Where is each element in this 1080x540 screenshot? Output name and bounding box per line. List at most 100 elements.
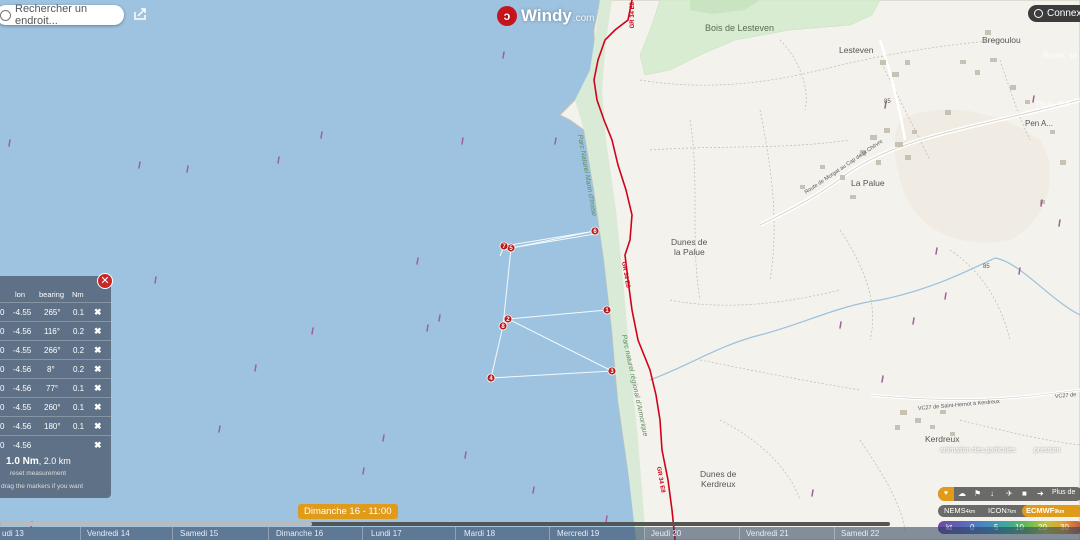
- cell-lat: 0: [0, 346, 5, 355]
- cell-lon: -4.55: [13, 346, 32, 355]
- remove-point-icon[interactable]: ✖: [94, 402, 102, 413]
- logo-suffix: .com: [572, 12, 595, 24]
- current-time-label[interactable]: Dimanche 16 - 11:00: [298, 504, 398, 519]
- cell-lon: -4.56: [13, 327, 32, 336]
- day-label[interactable]: Mercredi 19: [557, 529, 599, 538]
- day-label[interactable]: Samedi 15: [180, 529, 218, 538]
- day-label[interactable]: Vendredi 21: [746, 529, 789, 538]
- header-lon: lon: [15, 290, 26, 299]
- remove-point-icon[interactable]: ✖: [94, 364, 102, 375]
- layer-toggles: animation des particules pression: [940, 447, 1060, 454]
- day-label[interactable]: Samedi 22: [841, 529, 879, 538]
- day-label[interactable]: udi 13: [2, 529, 24, 538]
- model-ecmwf-label: ECMWF: [1026, 506, 1055, 515]
- search-box[interactable]: Rechercher un endroit...: [0, 3, 124, 27]
- windy-logo-icon: ↄ: [497, 6, 517, 26]
- cell-lon: -4.55: [13, 308, 32, 317]
- cell-nm: 0.2: [73, 327, 85, 336]
- table-row: 0 -4.56 180° 0.1 ✖: [0, 416, 111, 436]
- cell-bearing: 8°: [47, 365, 55, 374]
- header-bearing: bearing: [39, 290, 65, 299]
- plane-icon[interactable]: ✈: [1006, 489, 1013, 498]
- table-row: 0 -4.55 266° 0.2 ✖: [0, 340, 111, 360]
- cell-nm: 0.2: [73, 346, 85, 355]
- remove-point-icon[interactable]: ✖: [94, 440, 102, 451]
- remove-point-icon[interactable]: ✖: [94, 326, 102, 337]
- model-nems[interactable]: NEMS4km: [944, 506, 975, 515]
- map-canvas[interactable]: 1 2 3 4 5 6 7 8 Bois de Lesteven Lesteve…: [0, 0, 1080, 540]
- model-icon-res: 7km: [1006, 509, 1017, 515]
- login-button[interactable]: Connexion: [1028, 5, 1080, 22]
- cell-nm: 0.1: [73, 422, 85, 431]
- label-bois: Bois de Lesteven: [705, 23, 774, 33]
- label-pen-a: Pen A...: [1025, 119, 1053, 128]
- cell-nm: 0.1: [73, 403, 85, 412]
- favorite-icon[interactable]: ♥: [938, 487, 954, 501]
- cell-lat: 0: [0, 403, 5, 412]
- header-nm: Nm: [72, 290, 84, 299]
- model-nems-res: 4km: [965, 509, 976, 515]
- wind-icon[interactable]: ➜: [1037, 489, 1044, 498]
- day-label[interactable]: Dimanche 16: [276, 529, 323, 538]
- day-label[interactable]: Jeudi 20: [651, 529, 681, 538]
- cell-bearing: 266°: [44, 346, 61, 355]
- timeline-track[interactable]: [0, 522, 890, 526]
- camera-icon[interactable]: ■: [1022, 489, 1027, 498]
- share-icon[interactable]: [132, 6, 148, 22]
- label-road-85-b: 85: [983, 264, 990, 270]
- model-icon[interactable]: ICON7km: [988, 506, 1016, 515]
- remove-point-icon[interactable]: ✖: [94, 421, 102, 432]
- pressure-toggle[interactable]: pression: [1034, 447, 1060, 454]
- total-nm: 1.0 Nm: [6, 456, 39, 467]
- label-road-85-a: 85: [884, 99, 891, 105]
- cell-nm: 0.2: [73, 365, 85, 374]
- table-row: 0 -4.56 8° 0.2 ✖: [0, 359, 111, 379]
- label-la-palue: La Palue: [851, 178, 885, 188]
- label-dunes-kerdreux-1: Dunes de: [700, 469, 737, 479]
- model-ecmwf[interactable]: ECMWF9km: [1026, 506, 1064, 515]
- table-row: 0 -4.56 77° 0.1 ✖: [0, 378, 111, 398]
- cell-bearing: 180°: [44, 422, 61, 431]
- model-selector: NEMS4km ICON7km ECMWF9km: [938, 505, 1080, 517]
- cell-bearing: 77°: [46, 384, 59, 393]
- total-km: , 2.0 km: [38, 456, 71, 466]
- cell-lon: -4.56: [13, 384, 32, 393]
- cell-lon: -4.56: [13, 441, 32, 450]
- distance-measure-panel: lon bearing Nm 0 -4.55 265° 0.1 ✖ 0 -4.5…: [0, 276, 111, 498]
- table-row: 0 -4.55 260° 0.1 ✖: [0, 397, 111, 417]
- label-kerdreux: Kerdreux: [925, 434, 960, 444]
- model-icon-label: ICON: [988, 506, 1007, 515]
- cell-nm: 0.1: [73, 384, 85, 393]
- day-label[interactable]: Lundi 17: [371, 529, 402, 538]
- model-ecmwf-res: 9km: [1054, 509, 1065, 515]
- reset-measurement-link[interactable]: reset measurement: [10, 470, 66, 477]
- cell-lon: -4.56: [13, 365, 32, 374]
- close-measure-button[interactable]: ✕: [97, 273, 113, 289]
- day-label[interactable]: Mardi 18: [464, 529, 495, 538]
- remove-point-icon[interactable]: ✖: [94, 307, 102, 318]
- more-layers-button[interactable]: Plus de: [1052, 489, 1075, 496]
- total-distance: 1.0 Nm, 2.0 km: [6, 456, 71, 467]
- remove-point-icon[interactable]: ✖: [94, 383, 102, 394]
- weather-icon[interactable]: ☁: [958, 489, 966, 498]
- label-gr-1: GR 34 E8: [630, 1, 636, 28]
- cell-bearing: 265°: [44, 308, 61, 317]
- label-dunes-palue-2: la Palue: [674, 247, 705, 257]
- windy-logo[interactable]: ↄ Windy .com: [497, 5, 595, 27]
- login-label: Connexion: [1047, 8, 1080, 19]
- model-nems-label: NEMS: [944, 506, 966, 515]
- cell-bearing: 116°: [44, 327, 60, 336]
- label-lesteven: Lesteven: [839, 45, 874, 55]
- cell-lat: 0: [0, 327, 5, 336]
- cell-lat: 0: [0, 308, 5, 317]
- day-bar: udi 13 Vendredi 14 Samedi 15 Dimanche 16…: [0, 527, 1080, 540]
- remove-point-icon[interactable]: ✖: [94, 345, 102, 356]
- label-dunes-kerdreux-2: Kerdreux: [701, 479, 736, 489]
- label-radar: Radar, sa: [1043, 51, 1078, 60]
- cell-lon: -4.55: [13, 403, 32, 412]
- day-label[interactable]: Vendredi 14: [87, 529, 130, 538]
- cell-lat: 0: [0, 365, 5, 374]
- arrow-down-icon[interactable]: ↓: [990, 489, 994, 498]
- flag-icon[interactable]: ⚑: [974, 489, 981, 498]
- animation-toggle[interactable]: animation des particules: [940, 447, 1016, 454]
